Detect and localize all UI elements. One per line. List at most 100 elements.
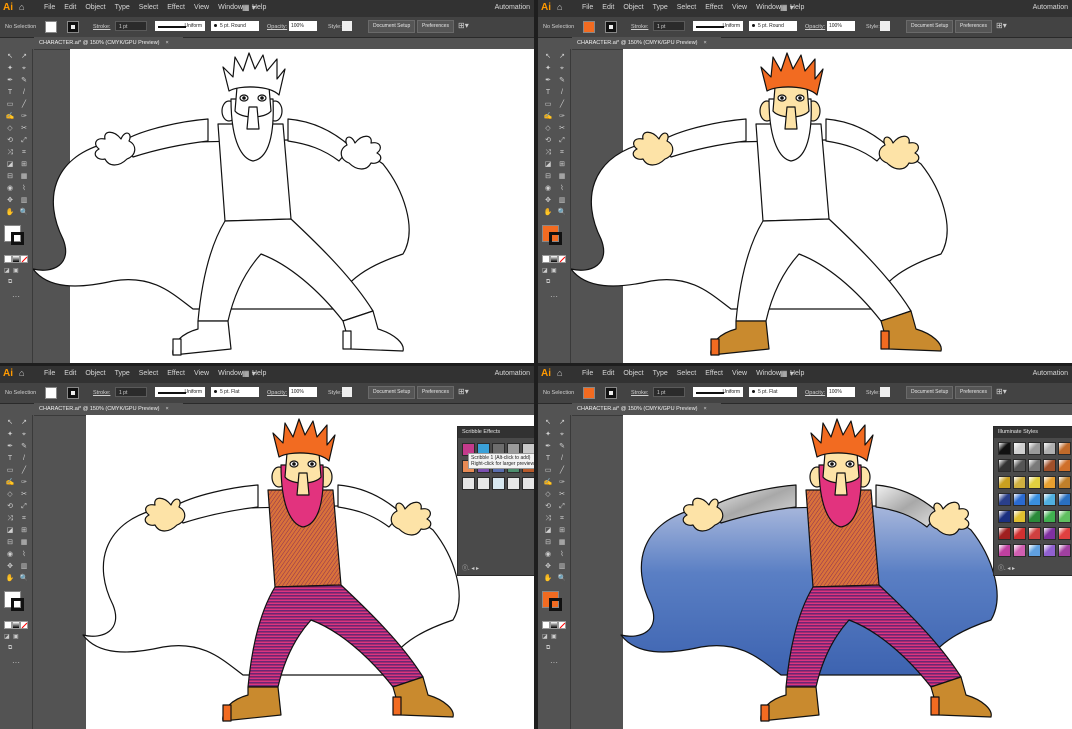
illuminate-swatch[interactable] [1013,510,1026,523]
toolbar-stroke-swatch[interactable] [11,598,24,611]
tool-icon[interactable]: ⌗ [17,513,31,525]
tool-icon[interactable]: ⌖ [17,63,31,75]
illuminate-swatch[interactable] [998,493,1011,506]
graphic-style-swatch[interactable] [880,21,890,31]
tool-icon[interactable]: ⤨ [3,147,17,159]
opacity-field[interactable]: 100% [289,387,317,397]
brush-definition[interactable]: 5 pt. Flat [211,387,259,397]
tool-icon[interactable]: ✥ [541,561,555,573]
tool-icon[interactable]: / [17,87,31,99]
opacity-field[interactable]: 100% [827,387,855,397]
change-screen-mode-icon[interactable]: ⧉ [546,645,550,652]
tool-icon[interactable]: T [3,453,17,465]
arrange-icon[interactable]: ⊞▾ [996,21,1007,30]
tool-icon[interactable]: ◉ [541,183,555,195]
fill-swatch[interactable] [583,387,595,399]
graphic-style-swatch[interactable] [342,387,352,397]
tool-icon[interactable]: ╱ [555,465,569,477]
edit-toolbar-icon[interactable]: ··· [550,658,558,667]
illuminate-swatch[interactable] [1058,442,1071,455]
tool-icon[interactable]: ▦ [17,171,31,183]
scribble-swatch[interactable] [507,477,520,490]
stroke-weight-field[interactable]: 1 pt [115,21,147,31]
change-screen-mode-icon[interactable]: ⧉ [8,645,12,652]
tool-icon[interactable]: ⊟ [541,537,555,549]
stroke-label[interactable]: Stroke: [93,390,110,396]
illuminate-swatch[interactable] [1043,493,1056,506]
screen-mode-icon[interactable]: ▣ [551,267,557,274]
brush-definition[interactable]: 5 pt. Round [211,21,259,31]
tool-icon[interactable]: ▥ [555,561,569,573]
tool-icon[interactable]: ▥ [555,195,569,207]
stroke-weight-field[interactable]: 1 pt [653,21,685,31]
illuminate-swatch[interactable] [1028,527,1041,540]
illuminate-swatch[interactable] [1058,510,1071,523]
tool-icon[interactable]: ↗ [17,51,31,63]
tool-icon[interactable]: ⌖ [17,429,31,441]
illuminate-swatch[interactable] [1058,493,1071,506]
tool-icon[interactable]: ✦ [541,429,555,441]
tool-icon[interactable]: ⊟ [3,537,17,549]
tool-icon[interactable]: ✑ [17,477,31,489]
illuminate-swatch[interactable] [1013,493,1026,506]
character-illustration[interactable] [33,49,534,363]
tool-icon[interactable]: ✍ [541,111,555,123]
tool-icon[interactable]: ◉ [3,549,17,561]
variable-width-profile[interactable]: Uniform [693,21,743,31]
stroke-swatch[interactable] [67,387,79,399]
layout-icon[interactable]: ▦ ▾ [242,369,256,378]
workspace-label[interactable]: Automation [495,4,530,11]
tool-icon[interactable]: ⊟ [3,171,17,183]
edit-toolbar-icon[interactable]: ··· [12,292,20,301]
draw-mode-icon[interactable]: ◪ [542,633,548,640]
panel-footer-icons[interactable]: Ⓘ. ◂ ▸ [462,563,479,572]
document-setup-button[interactable]: Document Setup [368,386,416,399]
tool-icon[interactable]: T [541,87,555,99]
tool-icon[interactable]: ✎ [17,75,31,87]
menu-effect[interactable]: Effect [705,4,723,11]
tool-icon[interactable]: 🔍 [17,573,31,585]
tool-icon[interactable]: ✍ [541,477,555,489]
variable-width-profile[interactable]: Uniform [155,387,205,397]
menu-file[interactable]: File [44,4,55,11]
opacity-label[interactable]: Opacity: [805,390,825,396]
tool-icon[interactable]: ✋ [3,207,17,219]
tool-icon[interactable]: ◪ [3,159,17,171]
close-tab-icon[interactable]: × [166,40,169,46]
document-setup-button[interactable]: Document Setup [906,20,954,33]
tool-icon[interactable]: ✋ [541,207,555,219]
stroke-weight-field[interactable]: 1 pt [115,387,147,397]
color-mode-icon[interactable] [4,621,12,629]
opacity-label[interactable]: Opacity: [805,24,825,30]
illuminate-swatch[interactable] [1043,459,1056,472]
toolbar-stroke-swatch[interactable] [549,598,562,611]
tool-icon[interactable]: ▥ [17,561,31,573]
screen-mode-icon[interactable]: ▣ [13,267,19,274]
tool-icon[interactable]: ✂ [555,489,569,501]
screen-mode-icon[interactable]: ▣ [13,633,19,640]
menu-select[interactable]: Select [139,370,158,377]
tool-icon[interactable]: ▦ [555,171,569,183]
draw-mode-icon[interactable]: ◪ [542,267,548,274]
menu-edit[interactable]: Edit [602,370,614,377]
tool-icon[interactable]: ✋ [541,573,555,585]
color-mode-icon[interactable] [542,621,550,629]
document-setup-button[interactable]: Document Setup [368,20,416,33]
menu-file[interactable]: File [44,370,55,377]
tool-icon[interactable]: ✎ [555,75,569,87]
tool-icon[interactable]: ↗ [555,417,569,429]
tool-icon[interactable]: ╱ [17,465,31,477]
tool-icon[interactable]: ⟲ [3,501,17,513]
tool-icon[interactable]: ✎ [555,441,569,453]
tool-icon[interactable]: ⊞ [555,159,569,171]
illuminate-swatch[interactable] [1043,442,1056,455]
scribble-swatch[interactable] [462,477,475,490]
illuminate-swatch[interactable] [1058,527,1071,540]
preferences-button[interactable]: Preferences [955,386,992,399]
none-mode-icon[interactable] [558,255,566,263]
fill-swatch[interactable] [45,21,57,33]
canvas[interactable] [571,49,1072,363]
tool-icon[interactable]: / [555,87,569,99]
tool-icon[interactable]: ⊞ [555,525,569,537]
panel-footer-icons[interactable]: Ⓘ. ◂ ▸ [998,563,1015,572]
